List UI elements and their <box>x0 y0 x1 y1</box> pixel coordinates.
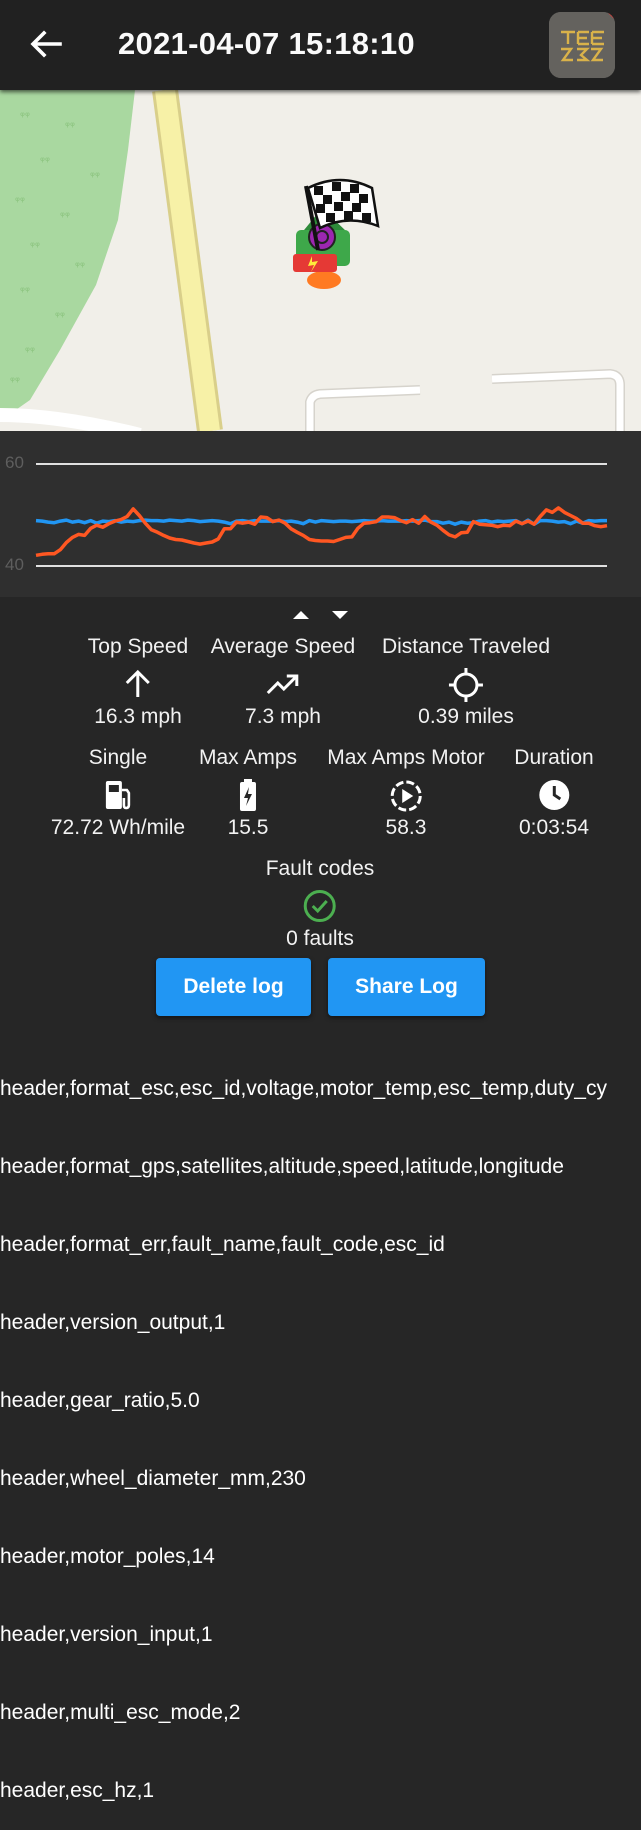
battery-charging-icon <box>240 779 256 811</box>
clock-icon <box>538 780 569 810</box>
motor-dial-icon <box>390 780 422 812</box>
page-title: 2021-04-07 15:18:10 <box>118 26 415 61</box>
svg-text:ᵠᵠ: ᵠᵠ <box>90 169 100 183</box>
stat-label: Average Speed <box>210 635 356 658</box>
log-line: header,multi_esc_mode,2 <box>0 1701 241 1724</box>
stat-top-speed: Top Speed 16.3 mph <box>88 635 188 729</box>
log-line: header,motor_poles,14 <box>0 1545 215 1568</box>
stat-label: Single <box>88 746 148 769</box>
svg-text:ᵠᵠ: ᵠᵠ <box>55 309 65 323</box>
fault-codes: Fault codes 0 faults <box>266 857 375 951</box>
map-canvas: ᵠᵠ ᵠᵠ ᵠᵠ ᵠᵠ ᵠᵠ ᵠᵠ ᵠᵠ ᵠᵠ ᵠᵠ ᵠᵠ ᵠᵠ ᵠᵠ <box>0 90 641 431</box>
svg-text:ᵠᵠ: ᵠᵠ <box>30 239 40 253</box>
chevron-up-icon <box>293 611 309 619</box>
stat-distance: Distance Traveled 0.39 miles <box>382 635 550 729</box>
stat-label: Top Speed <box>87 635 189 658</box>
svg-text:ᵠᵠ: ᵠᵠ <box>40 154 50 168</box>
back-button[interactable] <box>24 22 68 66</box>
log-line: header,version_output,1 <box>0 1311 226 1334</box>
svg-text:ᵠᵠ: ᵠᵠ <box>75 259 85 273</box>
gps-crosshair-icon <box>449 668 483 702</box>
svg-text:ᵠᵠ: ᵠᵠ <box>20 109 30 123</box>
log-line: header,gear_ratio,5.0 <box>0 1389 200 1412</box>
stat-duration: Duration 0:03:54 <box>514 746 593 840</box>
app-logo-icon <box>549 12 615 78</box>
stat-value: 16.3 mph <box>94 705 182 728</box>
log-line: header,version_input,1 <box>0 1623 213 1646</box>
log-line: header,format_gps,satellites,altitude,sp… <box>0 1155 564 1178</box>
stat-value: 7.3 mph <box>245 705 321 728</box>
stat-value: 0:03:54 <box>518 816 590 839</box>
arrow-up-icon <box>125 669 151 697</box>
y-tick-label: 40 <box>5 555 24 574</box>
chevron-down-icon <box>332 611 348 619</box>
log-output: header,format_esc,esc_id,voltage,motor_t… <box>0 1024 641 1830</box>
stat-value: 58.3 <box>385 816 427 839</box>
stat-label: Max Amps Motor <box>327 746 485 769</box>
log-line: header,format_err,fault_name,fault_code,… <box>0 1233 445 1256</box>
fault-label: Fault codes <box>265 857 375 880</box>
y-tick-label: 60 <box>5 453 24 472</box>
svg-text:ᵠᵠ: ᵠᵠ <box>65 119 75 133</box>
stat-label: Distance Traveled <box>381 635 551 658</box>
stat-label: Max Amps <box>198 746 298 769</box>
stat-value: 72.72 Wh/mile <box>50 816 186 839</box>
delete-log-button[interactable]: Delete log <box>156 958 311 1016</box>
route-map[interactable]: ᵠᵠ ᵠᵠ ᵠᵠ ᵠᵠ ᵠᵠ ᵠᵠ ᵠᵠ ᵠᵠ ᵠᵠ ᵠᵠ ᵠᵠ ᵠᵠ <box>0 90 641 431</box>
log-line: header,wheel_diameter_mm,230 <box>0 1467 306 1490</box>
fuel-pump-icon <box>105 781 131 810</box>
series-line-1 <box>35 506 608 558</box>
check-circle-icon <box>304 890 336 922</box>
stat-average-speed: Average Speed 7.3 mph <box>211 635 355 729</box>
stat-value: 0.39 miles <box>418 705 514 728</box>
app-logo[interactable] <box>549 12 615 78</box>
stat-value: 15.5 <box>227 816 269 839</box>
app-bar: 2021-04-07 15:18:10 <box>0 0 641 90</box>
stat-max-amps: Max Amps 15.5 <box>199 746 297 840</box>
speed-chart[interactable]: 60 40 <box>0 431 641 597</box>
log-line: header,esc_hz,1 <box>0 1779 155 1802</box>
chart-svg <box>35 463 608 567</box>
svg-text:ᵠᵠ: ᵠᵠ <box>60 209 70 223</box>
trending-up-icon <box>266 674 299 695</box>
arrow-left-icon <box>30 30 62 58</box>
svg-text:ᵠᵠ: ᵠᵠ <box>15 194 25 208</box>
svg-text:ᵠᵠ: ᵠᵠ <box>10 374 20 388</box>
svg-text:ᵠᵠ: ᵠᵠ <box>25 344 35 358</box>
stat-label: Duration <box>514 746 594 769</box>
log-line: header,format_esc,esc_id,voltage,motor_t… <box>0 1077 607 1100</box>
fault-value: 0 faults <box>286 927 354 950</box>
expand-collapse-icons[interactable] <box>290 607 350 623</box>
svg-text:ᵠᵠ: ᵠᵠ <box>20 284 30 298</box>
stat-max-amps-motor: Max Amps Motor 58.3 <box>327 746 485 840</box>
share-log-button[interactable]: Share Log <box>328 958 485 1016</box>
stat-efficiency: Single 72.72 Wh/mile <box>51 746 185 840</box>
